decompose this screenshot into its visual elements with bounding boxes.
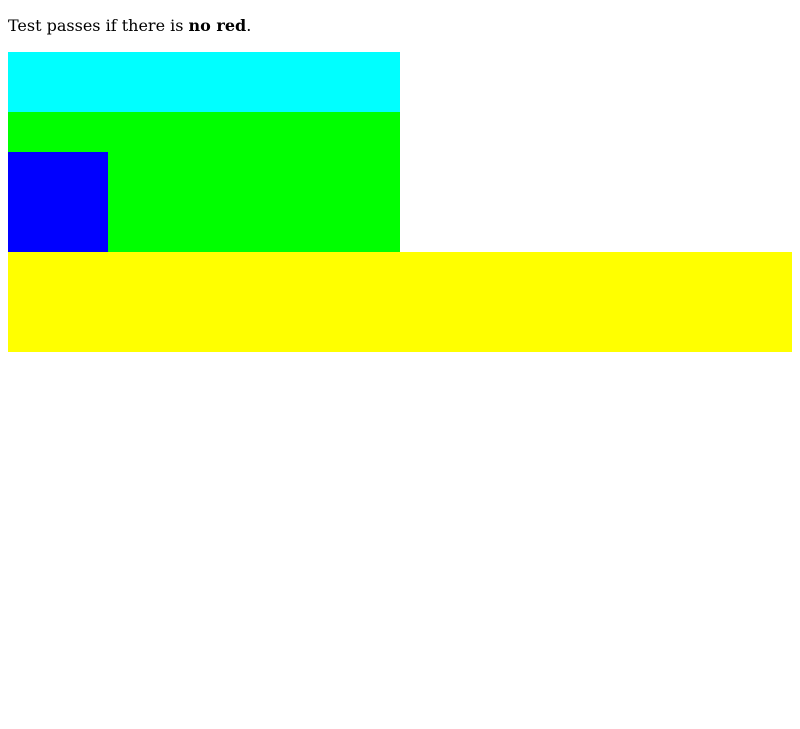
test-instruction: Test passes if there is no red. bbox=[8, 15, 251, 37]
instruction-suffix: . bbox=[246, 16, 252, 35]
instruction-prefix: Test passes if there is bbox=[8, 16, 189, 35]
yellow-block bbox=[8, 252, 792, 352]
cyan-block bbox=[8, 52, 400, 112]
blue-block bbox=[8, 152, 108, 252]
instruction-emphasis: no red bbox=[188, 16, 247, 35]
